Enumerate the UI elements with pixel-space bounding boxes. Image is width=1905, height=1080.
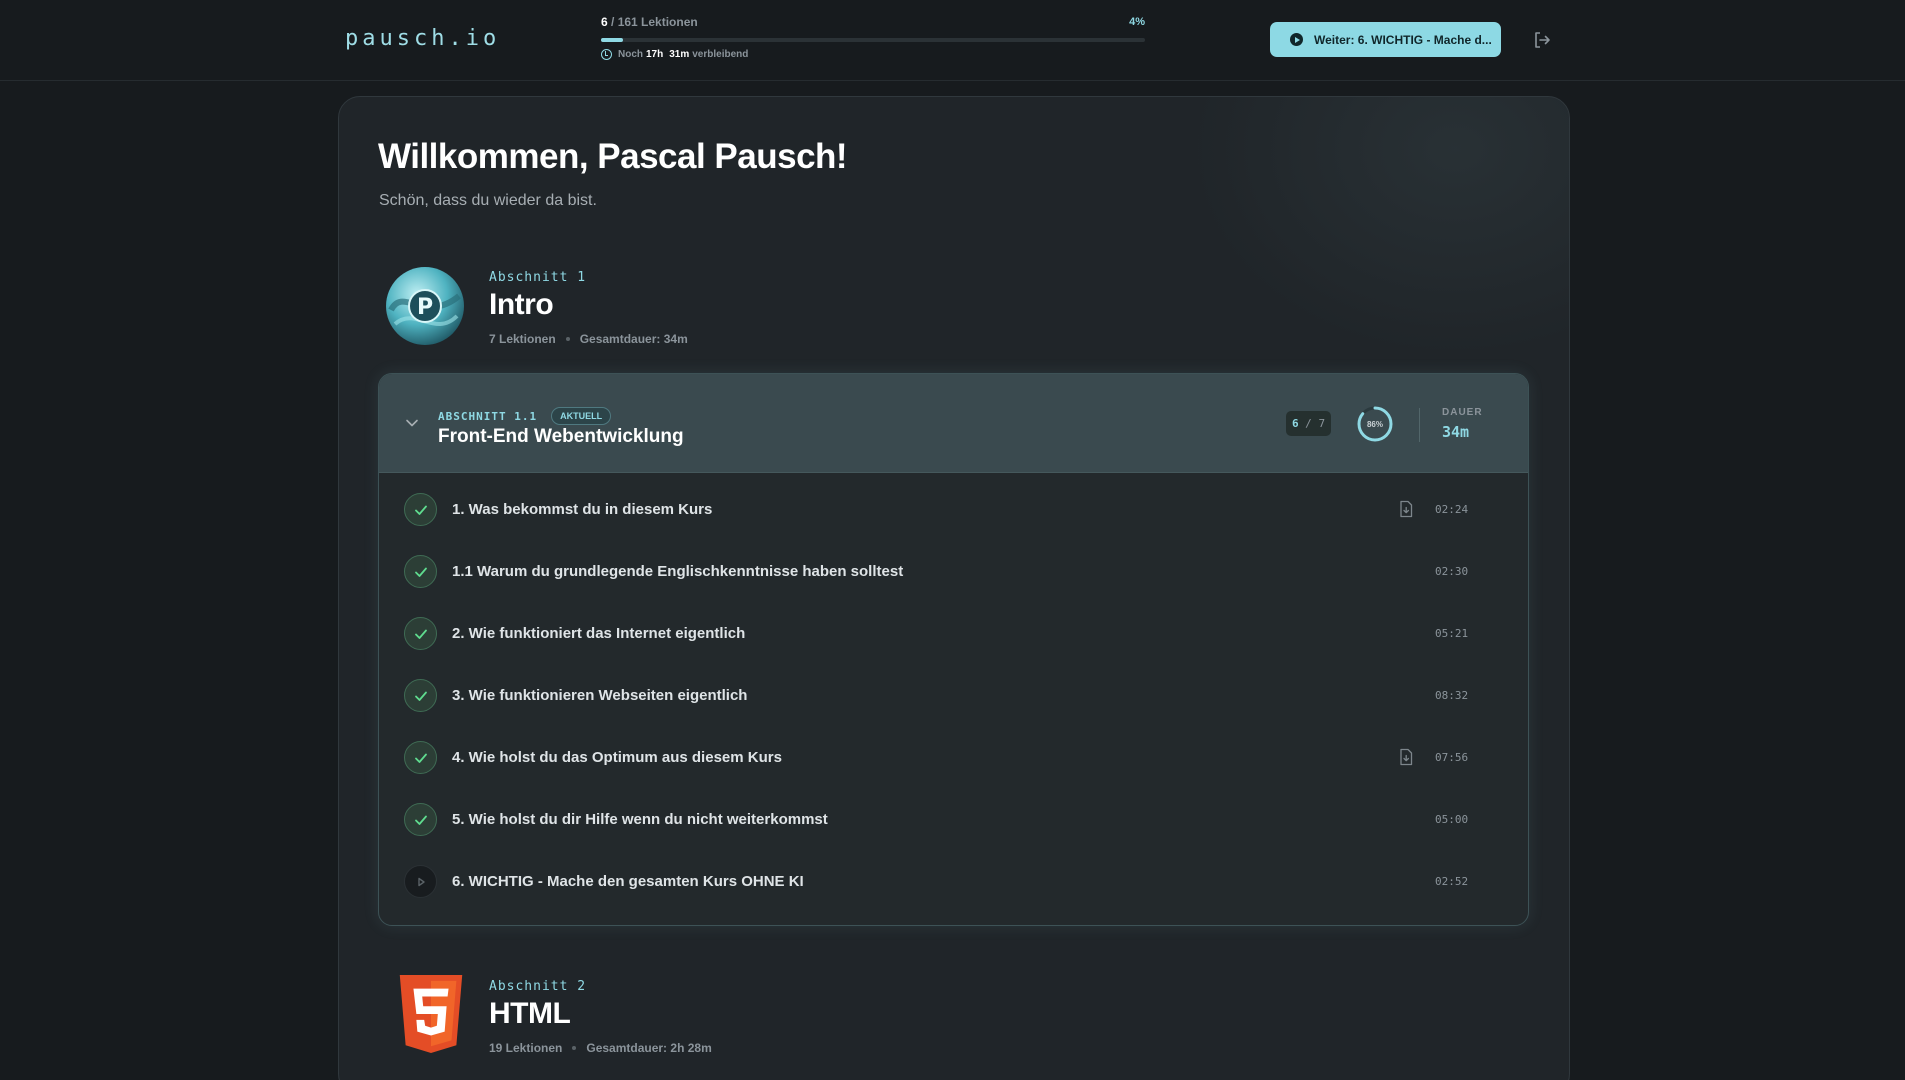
lesson-duration: 08:32 [1435,688,1469,702]
lesson-row[interactable]: 6. WICHTIG - Mache den gesamten Kurs OHN… [379,850,1528,912]
lesson-title: 4. Wie holst du das Optimum aus diesem K… [452,748,782,766]
lesson-count-pill: 6 / 7 [1286,411,1331,436]
play-icon [404,864,437,898]
section-meta: 7 Lektionen Gesamtdauer: 34m [489,332,688,346]
progress-bar-fill [601,38,623,42]
section-kicker: Abschnitt 2 [489,979,587,994]
check-icon [404,492,437,526]
current-badge: AKTUELL [551,407,612,425]
lesson-duration: 02:24 [1435,502,1469,516]
play-icon [1290,33,1303,46]
lesson-duration: 05:00 [1435,812,1469,826]
top-bar: pausch.io 6 / 161 Lektionen 4% Noch 17h 31… [0,0,1905,81]
lesson-duration: 02:30 [1435,564,1469,578]
progress-percent: 4% [1129,16,1145,28]
lesson-duration: 07:56 [1435,750,1469,764]
section-title: HTML [489,997,571,1030]
lesson-row[interactable]: 2. Wie funktioniert das Internet eigentl… [379,602,1528,664]
subsection-kicker: ABSCHNITT 1.1 AKTUELL [438,407,612,425]
subsection-header[interactable]: ABSCHNITT 1.1 AKTUELL Front-End Webentwi… [379,374,1528,473]
intro-logo-icon: P [386,267,464,345]
logo[interactable]: pausch.io [345,26,500,51]
progress-ring: 86% [1357,406,1393,442]
lesson-row[interactable]: 5. Wie holst du dir Hilfe wenn du nicht … [379,788,1528,850]
lesson-row[interactable]: 1. Was bekommst du in diesem Kurs 02:24 [379,478,1528,540]
lesson-title: 1. Was bekommst du in diesem Kurs [452,500,713,518]
lesson-title: 3. Wie funktionieren Webseiten eigentlic… [452,686,748,704]
page-title: Willkommen, Pascal Pausch! [378,137,848,176]
clock-icon [601,49,612,60]
section-header-html[interactable]: Abschnitt 2 HTML 19 Lektionen Gesamtdauer… [385,975,985,1065]
course-progress: 6 / 161 Lektionen 4% Noch 17h 31m verbleibe… [601,14,1145,60]
lesson-title: 6. WICHTIG - Mache den gesamten Kurs OHN… [452,872,804,890]
check-icon [404,554,437,588]
subsection-panel: ABSCHNITT 1.1 AKTUELL Front-End Webentwi… [378,373,1529,926]
lesson-duration: 02:52 [1435,874,1469,888]
logout-icon[interactable] [1532,30,1552,50]
check-icon [404,802,437,836]
section-kicker: Abschnitt 1 [489,270,587,285]
time-remaining: Noch 17h 31m verbleibend [601,49,1145,60]
page-subtitle: Schön, dass du wieder da bist. [379,192,597,209]
check-icon [404,740,437,774]
svg-text:P: P [417,295,433,320]
section-title: Intro [489,288,554,321]
lesson-row[interactable]: 4. Wie holst du das Optimum aus diesem K… [379,726,1528,788]
continue-button[interactable]: Weiter: 6. WICHTIG - Mache d... [1270,22,1501,57]
lesson-row[interactable]: 1.1 Warum du grundlegende Englischkenntn… [379,540,1528,602]
duration-value: 34m [1442,423,1470,441]
lesson-title: 5. Wie holst du dir Hilfe wenn du nicht … [452,810,828,828]
progress-bar [601,38,1145,42]
lesson-duration: 05:21 [1435,626,1469,640]
progress-ring-label: 86% [1367,420,1383,429]
dashboard-card: Willkommen, Pascal Pausch! Schön, dass d… [338,96,1570,1080]
divider [1419,408,1420,442]
html5-logo-icon [399,975,463,1054]
document-download-icon[interactable] [1398,500,1414,518]
lesson-title: 2. Wie funktioniert das Internet eigentl… [452,624,746,642]
lesson-row[interactable]: 3. Wie funktionieren Webseiten eigentlic… [379,664,1528,726]
progress-count: 6 / 161 Lektionen [601,15,698,29]
check-icon [404,678,437,712]
chevron-down-icon[interactable] [405,416,419,430]
subsection-title: Front-End Webentwicklung [438,426,684,447]
duration-label: DAUER [1442,407,1483,418]
section-meta: 19 Lektionen Gesamtdauer: 2h 28m [489,1041,712,1055]
lesson-title: 1.1 Warum du grundlegende Englischkenntn… [452,562,904,580]
check-icon [404,616,437,650]
document-download-icon[interactable] [1398,748,1414,766]
section-header-intro[interactable]: P Abschnitt 1 Intro 7 Lektionen Gesamtdau… [385,266,985,356]
